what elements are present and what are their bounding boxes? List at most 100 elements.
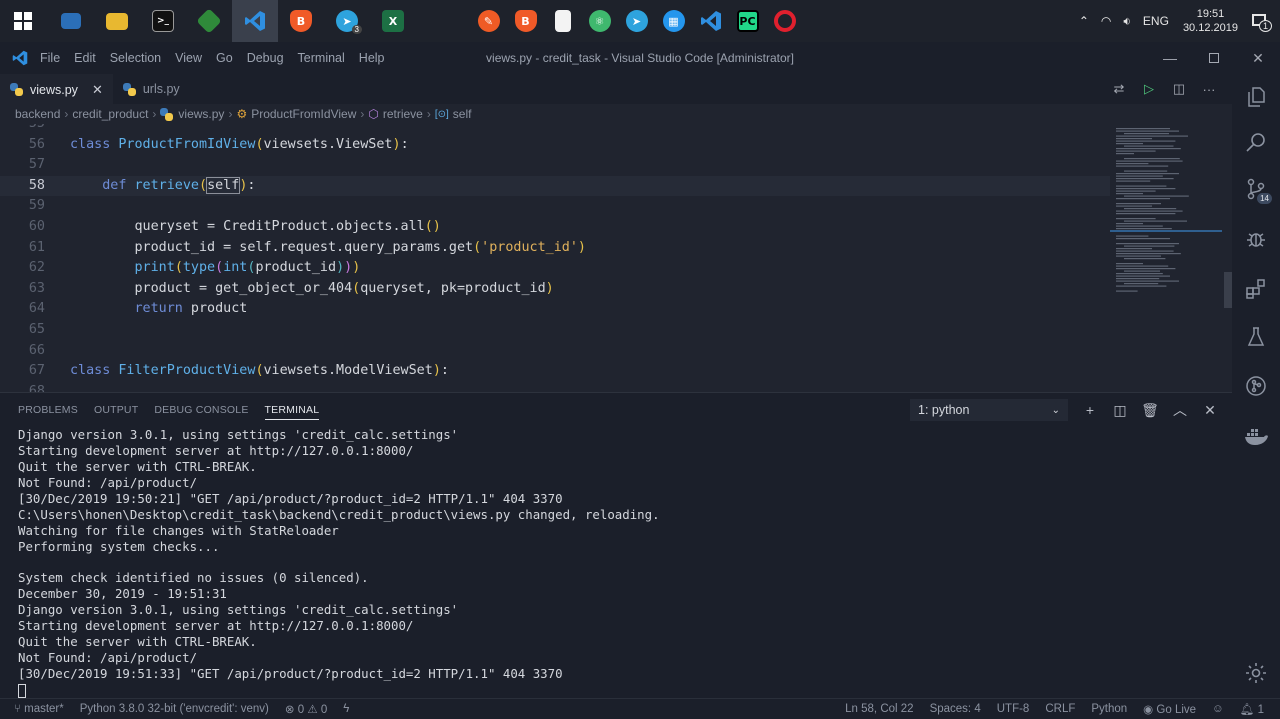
branch-icon: ⑂ bbox=[14, 703, 25, 715]
taskbar-pycharm[interactable]: PC bbox=[729, 0, 766, 42]
code-line[interactable]: 55 bbox=[0, 124, 1110, 135]
breadcrumb-item[interactable]: self bbox=[453, 107, 472, 121]
code-line[interactable]: 58 def retrieve(self): bbox=[0, 175, 1110, 197]
activity-source-control[interactable]: 14 bbox=[1232, 166, 1280, 212]
close-panel-button[interactable]: ✕ bbox=[1200, 400, 1220, 420]
menu-selection[interactable]: Selection bbox=[110, 51, 161, 65]
panel-tab-debug-console[interactable]: DEBUG CONSOLE bbox=[154, 404, 248, 416]
language-indicator[interactable]: ENG bbox=[1143, 14, 1169, 28]
start-button[interactable] bbox=[0, 0, 46, 42]
menu-terminal[interactable]: Terminal bbox=[298, 51, 345, 65]
menu-edit[interactable]: Edit bbox=[74, 51, 96, 65]
language-mode[interactable]: Python bbox=[1091, 703, 1127, 715]
scrollbar-thumb[interactable] bbox=[1224, 272, 1232, 308]
code-line[interactable]: 59 bbox=[0, 196, 1110, 217]
minimap[interactable] bbox=[1110, 124, 1222, 392]
panel-tab-terminal[interactable]: TERMINAL bbox=[264, 404, 320, 420]
status-notifications[interactable]: 🔔︎ 1 bbox=[1240, 702, 1264, 716]
taskbar-file-explorer[interactable] bbox=[94, 0, 140, 42]
menu-help[interactable]: Help bbox=[359, 51, 385, 65]
code-line[interactable]: 61 product_id = self.request.query_param… bbox=[0, 238, 1110, 259]
activity-debug[interactable] bbox=[1232, 216, 1280, 262]
taskbar-vim[interactable] bbox=[186, 0, 232, 42]
terminal-select[interactable]: 1: python ⌄ bbox=[910, 399, 1068, 421]
menu-go[interactable]: Go bbox=[216, 51, 233, 65]
chevron-up-icon[interactable]: ⌃ bbox=[1079, 14, 1089, 28]
code-line[interactable]: 65 bbox=[0, 320, 1110, 341]
taskbar-telegram[interactable]: ➤ 3 bbox=[324, 0, 370, 42]
indentation[interactable]: Spaces: 4 bbox=[930, 703, 981, 715]
minimize-button[interactable]: — bbox=[1148, 42, 1192, 74]
taskbar-cmd[interactable]: >_ bbox=[140, 0, 186, 42]
breadcrumb-item[interactable]: retrieve bbox=[383, 107, 423, 121]
taskbar-opera[interactable] bbox=[766, 0, 803, 42]
open-changes-icon[interactable]: ⇄ bbox=[1104, 81, 1134, 97]
taskbar-docker[interactable]: ▦ bbox=[655, 0, 692, 42]
more-actions-icon[interactable]: ··· bbox=[1194, 82, 1224, 97]
panel-tab-output[interactable]: OUTPUT bbox=[94, 404, 138, 416]
panel-tab-problems[interactable]: PROBLEMS bbox=[18, 404, 78, 416]
taskbar-document[interactable] bbox=[544, 0, 581, 42]
code-line[interactable]: 67 class FilterProductView(viewsets.Model… bbox=[0, 361, 1110, 382]
activity-settings[interactable] bbox=[1232, 650, 1280, 696]
kill-terminal-button[interactable]: 🗑︎ bbox=[1140, 400, 1160, 420]
activity-docker[interactable] bbox=[1232, 413, 1280, 459]
encoding[interactable]: UTF-8 bbox=[997, 703, 1030, 715]
taskbar-vscode[interactable] bbox=[232, 0, 278, 42]
activity-extensions[interactable] bbox=[1232, 266, 1280, 312]
new-terminal-button[interactable]: + bbox=[1080, 400, 1100, 420]
split-terminal-button[interactable]: ◫ bbox=[1110, 400, 1130, 420]
breadcrumb-item[interactable]: credit_product bbox=[72, 107, 148, 121]
taskbar-brave[interactable]: B bbox=[278, 0, 324, 42]
python-interpreter[interactable]: Python 3.8.0 32-bit ('envcredit': venv) bbox=[80, 703, 269, 715]
tab-urls-py[interactable]: urls.py bbox=[113, 74, 190, 104]
breadcrumb-item[interactable]: backend bbox=[15, 107, 60, 121]
taskbar-excel[interactable]: X bbox=[370, 0, 416, 42]
activity-test[interactable] bbox=[1232, 314, 1280, 360]
clock[interactable]: 19:51 30.12.2019 bbox=[1183, 7, 1238, 35]
breadcrumb-item[interactable]: views.py bbox=[178, 107, 224, 121]
taskbar-brave-2[interactable]: B bbox=[507, 0, 544, 42]
taskbar-this-pc[interactable] bbox=[48, 0, 94, 42]
menu-file[interactable]: File bbox=[40, 51, 60, 65]
git-branch-status[interactable]: ⑂ master* bbox=[14, 703, 64, 715]
close-window-button[interactable]: ✕ bbox=[1236, 42, 1280, 74]
taskbar-vscode-2[interactable] bbox=[692, 0, 729, 42]
maximize-button[interactable] bbox=[1192, 42, 1236, 74]
maximize-panel-button[interactable]: ︿ bbox=[1170, 400, 1190, 420]
terminal-output[interactable]: Django version 3.0.1, using settings 'cr… bbox=[18, 427, 1218, 698]
line-ending[interactable]: CRLF bbox=[1045, 703, 1075, 715]
split-editor-icon[interactable]: ◫ bbox=[1164, 81, 1194, 97]
activity-search[interactable] bbox=[1232, 120, 1280, 166]
menu-debug[interactable]: Debug bbox=[247, 51, 284, 65]
action-center-button[interactable]: 1 bbox=[1252, 13, 1272, 32]
editor-scrollbar[interactable] bbox=[1222, 124, 1232, 392]
breadcrumb-item[interactable]: ProductFromIdView bbox=[251, 107, 356, 121]
wifi-icon[interactable]: ◠ bbox=[1101, 14, 1111, 28]
cursor-position[interactable]: Ln 58, Col 22 bbox=[845, 703, 913, 715]
code-line[interactable]: 64 return product bbox=[0, 299, 1110, 320]
code-line[interactable]: 63 product = get_object_or_404(queryset,… bbox=[0, 279, 1110, 300]
taskbar-telegram-2[interactable]: ➤ bbox=[618, 0, 655, 42]
menu-view[interactable]: View bbox=[175, 51, 202, 65]
taskbar-postman[interactable]: ✎ bbox=[470, 0, 507, 42]
code-line[interactable]: 57 bbox=[0, 155, 1110, 176]
close-tab-icon[interactable]: ✕ bbox=[92, 82, 103, 98]
code-line[interactable]: 60 queryset = CreditProduct.objects.all(… bbox=[0, 217, 1110, 238]
tab-views-py[interactable]: views.py ✕ bbox=[0, 74, 113, 104]
code-editor[interactable]: 5556 class ProductFromIdView(viewsets.Vie… bbox=[0, 124, 1232, 392]
volume-icon[interactable]: 🔉︎ bbox=[1123, 14, 1131, 29]
code-line[interactable]: 62 print(type(int(product_id))) bbox=[0, 258, 1110, 279]
go-live-button[interactable]: ◉ Go Live bbox=[1143, 702, 1196, 716]
code-line[interactable]: 56 class ProductFromIdView(viewsets.ViewS… bbox=[0, 135, 1110, 156]
taskbar-atom[interactable]: ⚛ bbox=[581, 0, 618, 42]
activity-git-graph[interactable] bbox=[1232, 363, 1280, 409]
terminal-prompt[interactable] bbox=[18, 682, 1218, 698]
problems-status[interactable]: ⊗ 0 ⚠ 0 bbox=[285, 702, 327, 716]
feedback-icon[interactable]: ☺ bbox=[1212, 703, 1224, 715]
run-python-icon[interactable]: ▷ bbox=[1134, 81, 1164, 97]
activity-explorer[interactable] bbox=[1232, 74, 1280, 120]
code-line[interactable]: 68 bbox=[0, 382, 1110, 392]
lightning-icon[interactable]: ϟ bbox=[343, 703, 349, 715]
code-line[interactable]: 66 bbox=[0, 341, 1110, 362]
